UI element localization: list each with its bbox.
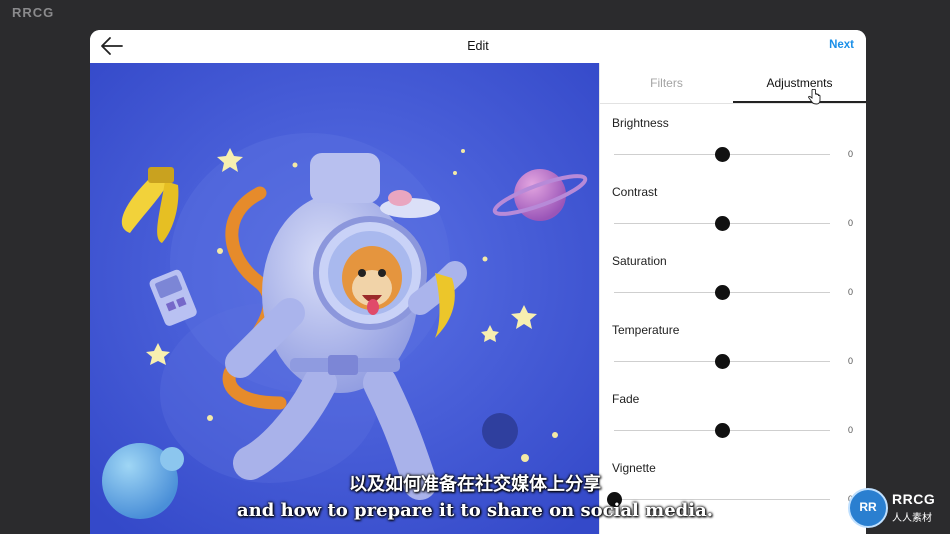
- saturation-slider-track[interactable]: [614, 285, 830, 300]
- adjustment-brightness: Brightness 0: [612, 116, 857, 176]
- adjustment-label: Contrast: [612, 185, 658, 199]
- page-title: Edit: [467, 39, 489, 53]
- panel-tabs: Filters Adjustments: [600, 63, 866, 105]
- adjustment-label: Brightness: [612, 116, 669, 130]
- corner-watermark-logo: RRCG: [12, 5, 55, 20]
- adjustment-label: Temperature: [612, 323, 680, 337]
- adjustment-saturation: Saturation 0: [612, 254, 857, 314]
- adjustment-value: 0: [847, 149, 853, 159]
- adjustment-label: Fade: [612, 392, 640, 406]
- edit-window: Edit Next Filters Adjustments Brightness…: [90, 30, 866, 534]
- adjustment-value: 0: [847, 218, 853, 228]
- brightness-slider-track[interactable]: [614, 147, 830, 162]
- adjustments-panel: Filters Adjustments Brightness 0 Contras…: [599, 63, 866, 534]
- adjustment-contrast: Contrast 0: [612, 185, 857, 245]
- badge-logo-icon: RR: [848, 488, 888, 528]
- subtitle-english: and how to prepare it to share on social…: [236, 500, 714, 521]
- fade-slider-track[interactable]: [614, 423, 830, 438]
- badge-initials: RR: [859, 500, 877, 514]
- top-bar: Edit Next: [90, 30, 866, 64]
- tab-adjustments[interactable]: Adjustments: [733, 76, 866, 90]
- temperature-slider-knob[interactable]: [715, 354, 730, 369]
- watermark-badge: RR RRCG 人人素材: [848, 488, 948, 528]
- temperature-slider-track[interactable]: [614, 354, 830, 369]
- active-tab-indicator: [733, 101, 866, 103]
- adjustment-temperature: Temperature 0: [612, 323, 857, 383]
- brightness-slider-knob[interactable]: [715, 147, 730, 162]
- adjustment-value: 0: [847, 356, 853, 366]
- adjustment-label: Saturation: [612, 254, 667, 268]
- astronaut-monkey-illustration: [90, 63, 599, 534]
- contrast-slider-track[interactable]: [614, 216, 830, 231]
- adjustment-fade: Fade 0: [612, 392, 857, 452]
- photo-preview: [90, 63, 599, 534]
- adjustment-value: 0: [847, 287, 853, 297]
- contrast-slider-knob[interactable]: [715, 216, 730, 231]
- saturation-slider-knob[interactable]: [715, 285, 730, 300]
- hand-cursor-icon: [808, 89, 821, 105]
- adjustment-value: 0: [847, 425, 853, 435]
- badge-line2: 人人素材: [892, 513, 932, 524]
- fade-slider-knob[interactable]: [715, 423, 730, 438]
- badge-line1: RRCG: [892, 491, 936, 507]
- next-button[interactable]: Next: [829, 39, 854, 51]
- subtitle-chinese: 以及如何准备在社交媒体上分享: [349, 474, 601, 495]
- tab-filters[interactable]: Filters: [600, 76, 733, 90]
